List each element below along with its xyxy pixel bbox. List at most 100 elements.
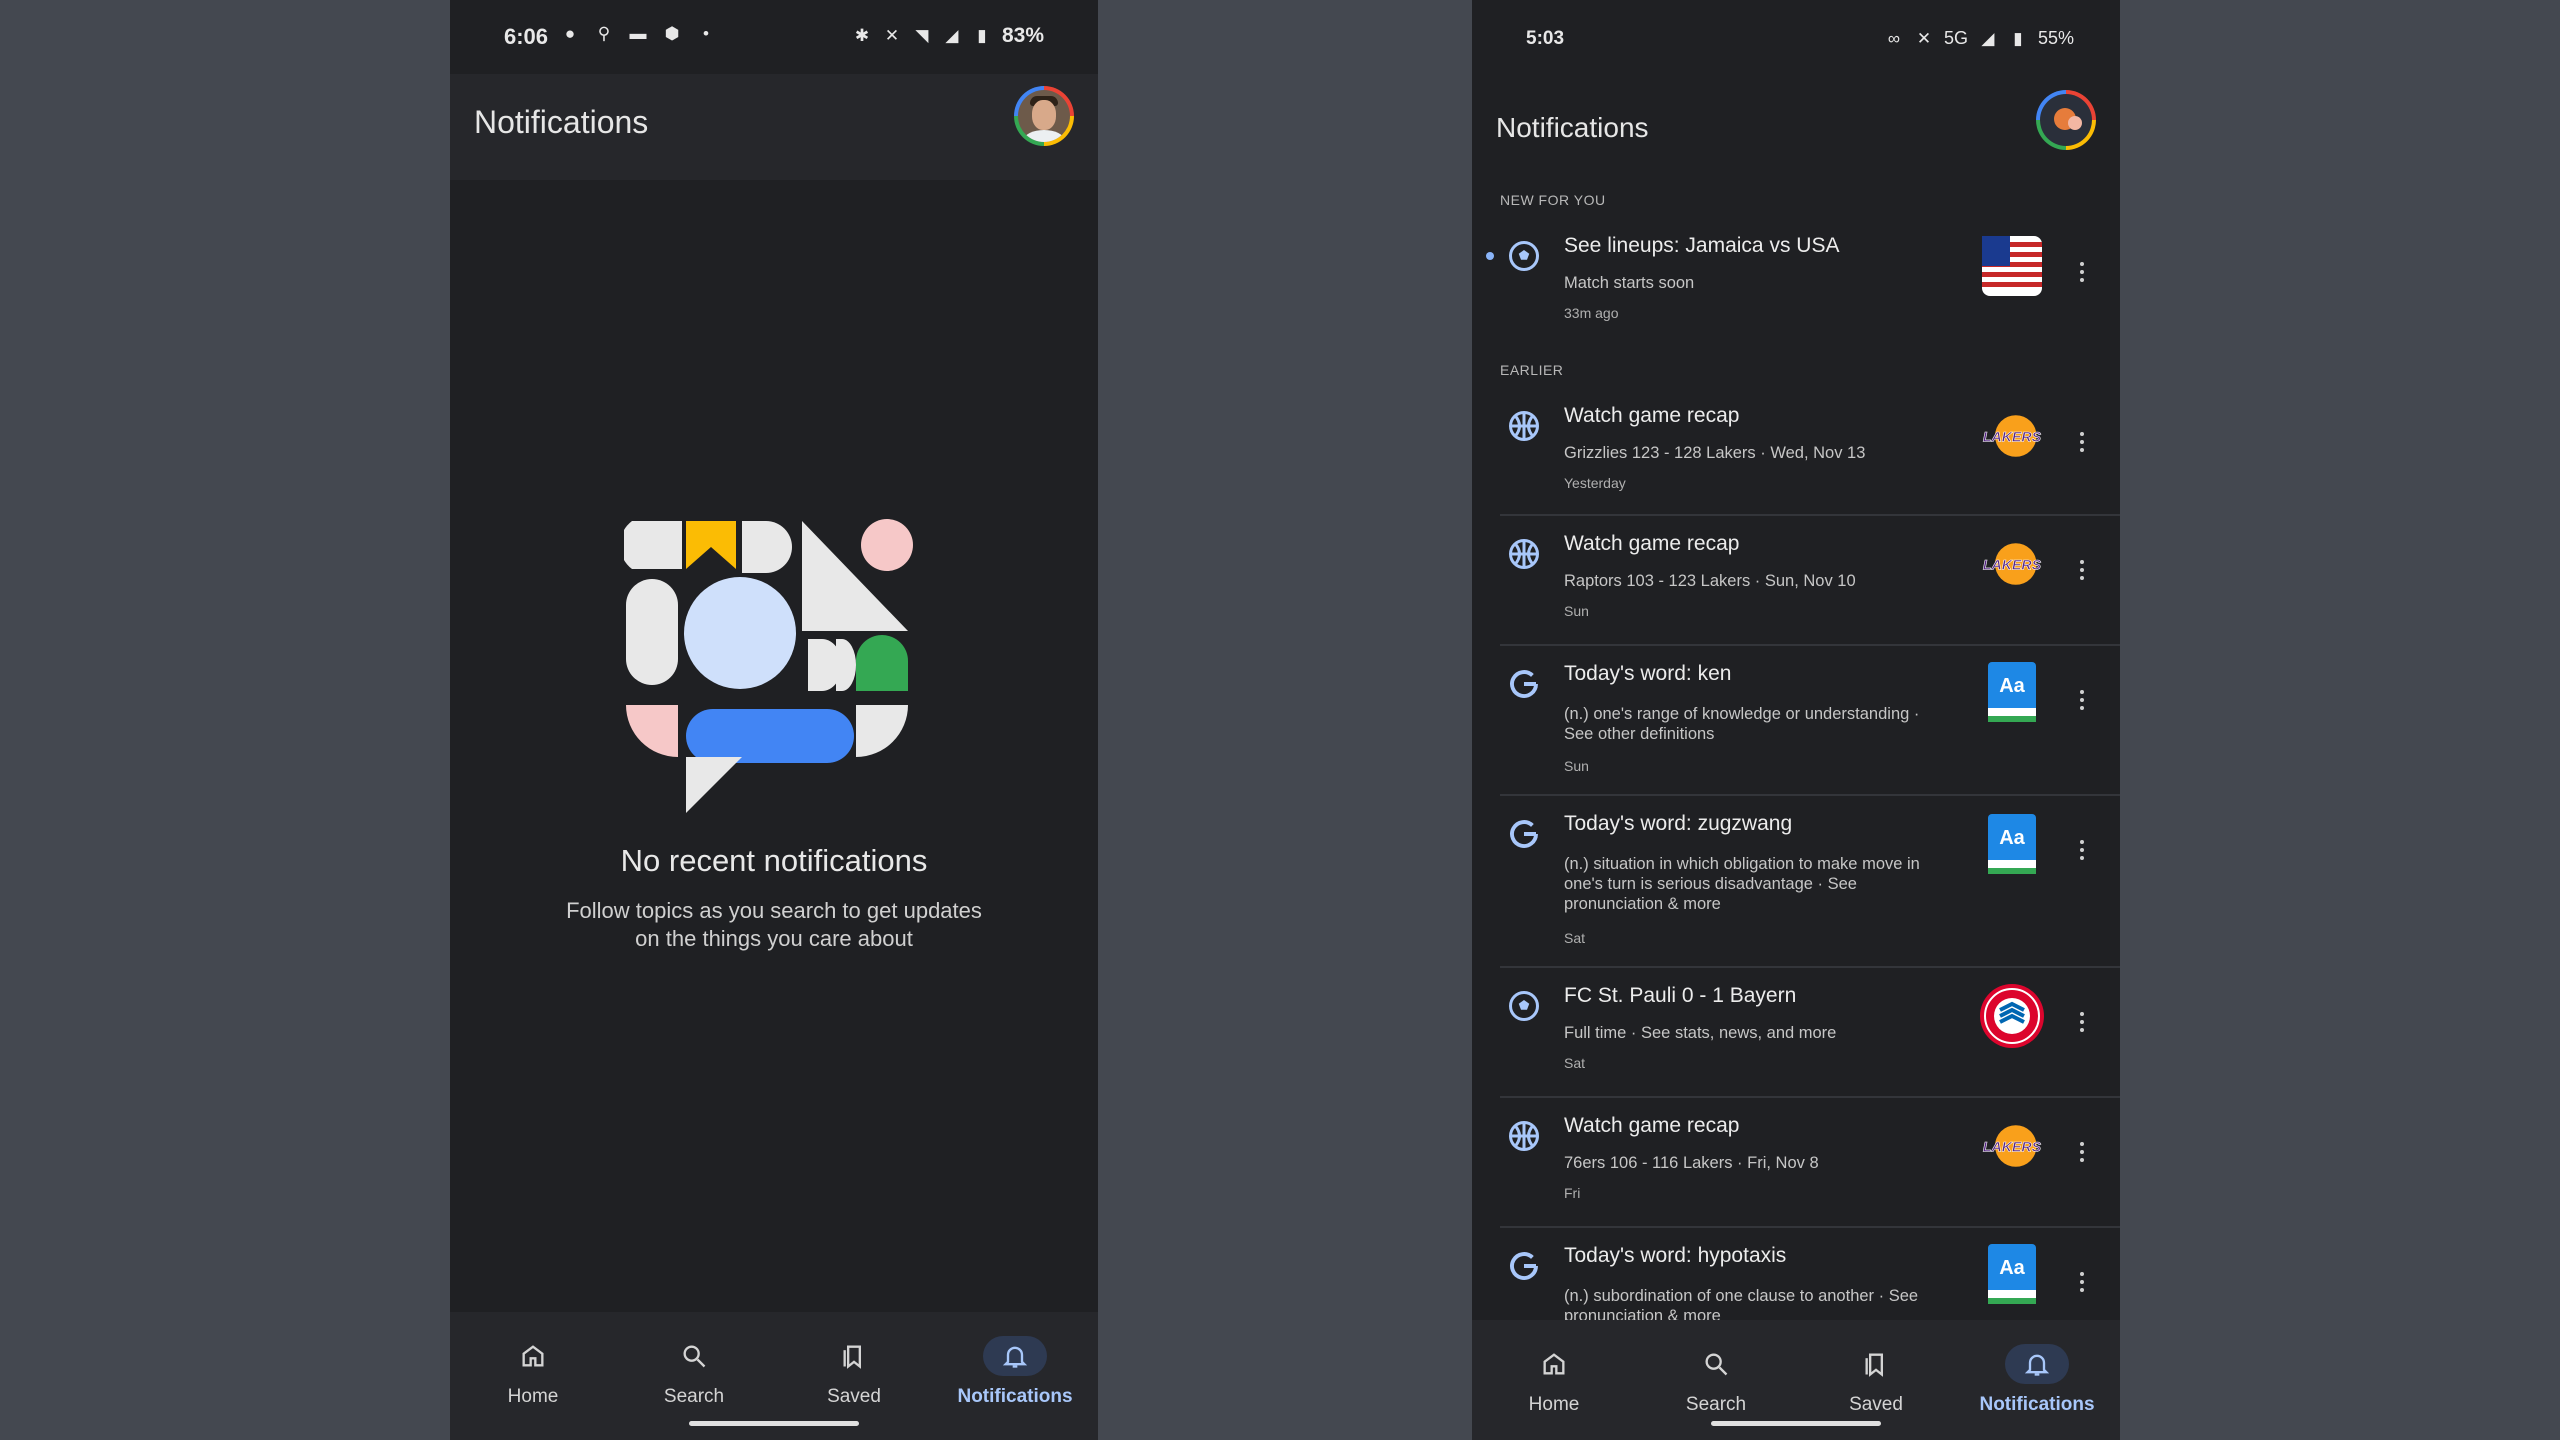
home-icon bbox=[522, 1345, 544, 1367]
more-options-icon[interactable] bbox=[2074, 680, 2090, 720]
link-icon: ∞ bbox=[1887, 28, 1901, 48]
notification-item[interactable]: Watch game recap Grizzlies 123 - 128 Lak… bbox=[1500, 388, 2120, 516]
notification-item[interactable]: See lineups: Jamaica vs USA Match starts… bbox=[1486, 218, 2120, 336]
dictionary-text: Aa bbox=[1999, 1257, 2025, 1279]
lakers-logo-thumbnail: LAKERS bbox=[1978, 402, 2046, 470]
notification-subtitle: (n.) one's range of knowledge or underst… bbox=[1564, 705, 1920, 743]
nav-saved[interactable]: Saved bbox=[794, 1336, 914, 1408]
nav-home[interactable]: Home bbox=[1494, 1344, 1614, 1416]
bell-icon bbox=[2024, 1354, 2050, 1376]
notification-item[interactable]: Today's word: zugzwang (n.) situation in… bbox=[1500, 796, 2120, 968]
status-time: 6:06 bbox=[504, 24, 549, 49]
status-time: 5:03 bbox=[1526, 28, 1565, 49]
battery-icon: ▮ bbox=[2013, 28, 2023, 48]
avatar[interactable] bbox=[2036, 90, 2096, 150]
notification-time: 33m ago bbox=[1564, 305, 1619, 321]
nav-saved-label: Saved bbox=[827, 1386, 881, 1407]
notification-title: FC St. Pauli 0 - 1 Bayern bbox=[1564, 984, 1797, 1007]
soccer-ball-icon bbox=[1509, 991, 1539, 1021]
notification-item[interactable]: Today's word: ken (n.) one's range of kn… bbox=[1500, 646, 2120, 796]
more-options-icon[interactable] bbox=[2074, 550, 2090, 590]
notification-item[interactable]: FC St. Pauli 0 - 1 Bayern Full time · Se… bbox=[1500, 968, 2120, 1098]
shield-icon: ⬢ bbox=[664, 24, 680, 43]
nav-saved[interactable]: Saved bbox=[1816, 1344, 1936, 1416]
notification-time: Fri bbox=[1564, 1185, 1581, 1201]
search-icon bbox=[683, 1345, 706, 1368]
notification-subtitle: Grizzlies 123 - 128 Lakers · Wed, Nov 13 bbox=[1564, 444, 1866, 462]
more-options-icon[interactable] bbox=[2074, 1262, 2090, 1302]
notification-title: Today's word: ken bbox=[1564, 662, 1732, 685]
app-header: Notifications bbox=[450, 74, 1098, 180]
nav-search-label: Search bbox=[663, 1386, 725, 1407]
mute-icon: ✕ bbox=[884, 26, 900, 45]
app-header: Notifications bbox=[1472, 74, 2120, 180]
more-options-icon[interactable] bbox=[2074, 830, 2090, 870]
empty-notifications-illustration bbox=[620, 515, 924, 815]
nav-home[interactable]: Home bbox=[473, 1336, 593, 1408]
basketball-icon bbox=[1509, 1121, 1539, 1151]
notification-subtitle: Full time · See stats, news, and more bbox=[1564, 1024, 1837, 1042]
notification-subtitle: (n.) situation in which obligation to ma… bbox=[1564, 855, 1920, 913]
empty-subtitle-line-1: Follow topics as you search to get updat… bbox=[566, 898, 982, 923]
lakers-logo-text: LAKERS bbox=[1983, 430, 2042, 446]
status-bar: 6:06 ● ⚲ ▬ ⬢ • ✱ ✕ ◥ ◢ ▮ 83% bbox=[450, 0, 1098, 74]
dictionary-thumbnail: Aa bbox=[1978, 810, 2046, 878]
notification-subtitle: 76ers 106 - 116 Lakers · Fri, Nov 8 bbox=[1564, 1154, 1819, 1172]
basketball-icon bbox=[1509, 539, 1539, 569]
page-title: Notifications bbox=[1496, 112, 1649, 143]
nav-notifications[interactable]: Notifications bbox=[1977, 1344, 2097, 1416]
bluetooth-icon: ✱ bbox=[854, 26, 870, 45]
google-icon bbox=[1510, 1252, 1538, 1280]
notification-item[interactable]: Watch game recap 76ers 106 - 116 Lakers … bbox=[1500, 1098, 2120, 1228]
status-bar: 5:03 ∞ ✕ 5G ◢ ▮ 55% bbox=[1472, 0, 2120, 74]
nav-notifications[interactable]: Notifications bbox=[955, 1336, 1075, 1408]
nav-notifications-label: Notifications bbox=[1979, 1394, 2095, 1415]
nav-home-label: Home bbox=[1528, 1394, 1580, 1415]
notification-item[interactable]: Watch game recap Raptors 103 - 123 Laker… bbox=[1500, 516, 2120, 646]
phone-screen-left: 6:06 ● ⚲ ▬ ⬢ • ✱ ✕ ◥ ◢ ▮ 83% Notificatio… bbox=[450, 0, 1098, 1440]
empty-subtitle-line-2: on the things you care about bbox=[635, 926, 913, 951]
empty-subtitle: Follow topics as you search to get updat… bbox=[450, 897, 1098, 953]
home-icon bbox=[1543, 1353, 1565, 1375]
bookmark-icon bbox=[843, 1345, 861, 1369]
more-options-icon[interactable] bbox=[2074, 422, 2090, 462]
usa-flag-thumbnail bbox=[1978, 232, 2046, 300]
notification-title: Today's word: hypotaxis bbox=[1564, 1244, 1787, 1267]
bayern-logo-thumbnail bbox=[1978, 982, 2046, 1050]
more-options-icon[interactable] bbox=[2074, 1002, 2090, 1042]
dictionary-text: Aa bbox=[1999, 675, 2025, 697]
nav-home-label: Home bbox=[507, 1386, 559, 1407]
bell-icon bbox=[1002, 1346, 1028, 1368]
notification-time: Sun bbox=[1564, 603, 1589, 619]
gesture-bar[interactable] bbox=[1711, 1421, 1881, 1426]
lakers-logo-text: LAKERS bbox=[1983, 1140, 2042, 1156]
gesture-bar[interactable] bbox=[689, 1421, 859, 1426]
nav-search[interactable]: Search bbox=[1656, 1344, 1776, 1416]
notification-title: Watch game recap bbox=[1564, 1114, 1740, 1137]
nav-search-label: Search bbox=[1685, 1394, 1747, 1415]
empty-title: No recent notifications bbox=[620, 843, 928, 878]
battery-percent: 83% bbox=[1001, 24, 1044, 47]
notification-time: Sat bbox=[1564, 930, 1586, 946]
avatar[interactable] bbox=[1014, 86, 1074, 146]
more-options-icon[interactable] bbox=[2074, 1132, 2090, 1172]
nav-search[interactable]: Search bbox=[634, 1336, 754, 1408]
notification-title: Today's word: zugzwang bbox=[1564, 812, 1793, 835]
notification-time: Sat bbox=[1564, 1055, 1586, 1071]
unread-indicator bbox=[1486, 252, 1494, 260]
section-label-new: NEW FOR YOU bbox=[1500, 192, 1606, 208]
notification-subtitle: Raptors 103 - 123 Lakers · Sun, Nov 10 bbox=[1564, 572, 1856, 590]
google-icon bbox=[1510, 670, 1538, 698]
nav-notifications-label: Notifications bbox=[957, 1386, 1073, 1407]
lakers-logo-thumbnail: LAKERS bbox=[1978, 1112, 2046, 1180]
google-icon bbox=[1510, 820, 1538, 848]
lakers-logo-text: LAKERS bbox=[1983, 558, 2042, 574]
notification-time: Sun bbox=[1564, 758, 1589, 774]
chat-bubble-icon: ● bbox=[564, 24, 576, 43]
notification-title: Watch game recap bbox=[1564, 532, 1740, 555]
more-options-icon[interactable] bbox=[2074, 252, 2090, 292]
notification-title: See lineups: Jamaica vs USA bbox=[1564, 234, 1840, 257]
section-label-earlier: EARLIER bbox=[1500, 362, 1564, 378]
bookmark-icon bbox=[1865, 1353, 1883, 1377]
search-icon bbox=[1705, 1353, 1728, 1376]
